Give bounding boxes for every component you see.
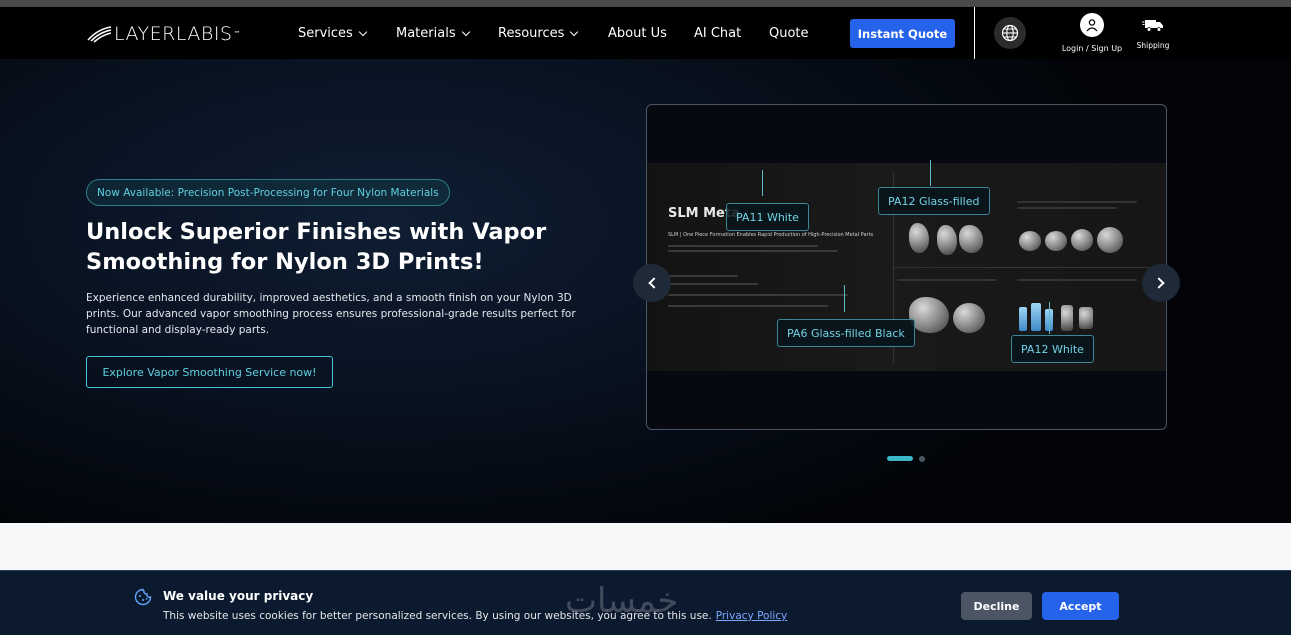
privacy-policy-link[interactable]: Privacy Policy (716, 610, 788, 622)
nav-resources[interactable]: Resources (498, 26, 579, 41)
nav-ai-chat[interactable]: AI Chat (694, 26, 741, 41)
cookie-text: This website uses cookies for better per… (163, 610, 787, 622)
carousel-prev-button[interactable] (633, 264, 671, 302)
nav-about-us[interactable]: About Us (608, 26, 667, 41)
top-navigation: LAYERLABIS ™ Services Materials Resources… (0, 7, 1291, 59)
user-icon (1080, 13, 1104, 37)
nav-quote[interactable]: Quote (769, 26, 809, 41)
nav-services-label: Services (298, 26, 353, 41)
nav-quote-label: Quote (769, 26, 809, 41)
slide-text-line (668, 245, 818, 247)
chevron-right-icon (1153, 277, 1165, 289)
nav-materials[interactable]: Materials (396, 26, 470, 41)
metal-part-image (1019, 231, 1041, 251)
nav-divider (974, 7, 975, 59)
metal-part-image (1071, 229, 1093, 251)
metal-part-image (1019, 307, 1027, 331)
carousel-dot[interactable] (919, 456, 925, 462)
callout-connector (930, 160, 931, 186)
metal-part-image (1045, 231, 1067, 251)
instant-quote-button[interactable]: Instant Quote (850, 19, 955, 48)
chevron-down-icon (570, 27, 579, 36)
slide-text-line (668, 305, 828, 307)
slide-text-line (1017, 201, 1137, 203)
nav-resources-label: Resources (498, 26, 565, 41)
cookie-icon (134, 588, 152, 606)
nav-about-us-label: About Us (608, 26, 667, 41)
slide-text-line (668, 250, 838, 252)
logo-swoosh-icon (87, 26, 112, 43)
callout-connector (762, 170, 763, 196)
callout-connector (1049, 302, 1050, 334)
metal-part-image (1079, 307, 1093, 329)
hero-title: Unlock Superior Finishes with Vapor Smoo… (86, 219, 547, 275)
metal-part-image (959, 225, 983, 253)
shipping-link[interactable]: Shipping (1134, 17, 1172, 50)
accept-button[interactable]: Accept (1042, 592, 1119, 620)
content-section (0, 523, 1291, 570)
carousel-next-button[interactable] (1142, 264, 1180, 302)
logo-trademark: ™ (233, 30, 241, 38)
browser-top-strip (0, 0, 1291, 7)
chevron-down-icon (358, 27, 368, 36)
nav-materials-label: Materials (396, 26, 456, 41)
chevron-down-icon (461, 27, 470, 36)
nav-services[interactable]: Services (298, 26, 368, 41)
carousel-dot-active[interactable] (887, 456, 913, 461)
announcement-badge: Now Available: Precision Post-Processing… (86, 179, 450, 206)
callout-pa12-glass-filled: PA12 Glass-filled (878, 187, 990, 215)
callout-pa11-white: PA11 White (726, 203, 809, 231)
explore-vapor-smoothing-button[interactable]: Explore Vapor Smoothing Service now! (86, 356, 333, 388)
shipping-label: Shipping (1136, 41, 1170, 50)
slide-subtitle: SLM | One Piece Formation Enables Rapid … (668, 232, 874, 238)
login-signup[interactable]: Login / Sign Up (1060, 13, 1124, 53)
callout-pa6-glass-filled-black: PA6 Glass-filled Black (777, 319, 915, 347)
chevron-left-icon (648, 277, 660, 289)
cookie-title: We value your privacy (163, 589, 314, 603)
metal-part-image (1097, 227, 1123, 253)
brand-logo[interactable]: LAYERLABIS ™ (86, 23, 240, 45)
slide-text-line (668, 283, 758, 285)
slide-text-line (1017, 207, 1117, 209)
truck-icon (1142, 20, 1163, 32)
slide-text-line (1017, 279, 1137, 281)
slide-divider (893, 267, 1166, 268)
image-carousel: SLM Meta SLM | One Piece Formation Enabl… (646, 104, 1167, 430)
watermark-logo: خمسات (565, 581, 679, 621)
metal-part-image (1031, 303, 1041, 331)
slide-text-line (897, 279, 997, 281)
slide-text-line (668, 275, 738, 277)
hero-description: Experience enhanced durability, improved… (86, 292, 576, 336)
metal-part-image (1061, 305, 1073, 331)
metal-part-image (953, 303, 985, 333)
language-selector[interactable] (994, 17, 1026, 49)
logo-text: LAYERLABIS (114, 23, 233, 45)
metal-part-image (937, 225, 957, 255)
metal-part-image (909, 297, 949, 333)
login-label: Login / Sign Up (1061, 44, 1123, 53)
callout-pa12-white: PA12 White (1011, 335, 1094, 363)
nav-ai-chat-label: AI Chat (694, 26, 742, 41)
metal-part-image (909, 223, 929, 253)
decline-button[interactable]: Decline (961, 592, 1032, 620)
cookie-consent-bar: We value your privacy This website uses … (0, 570, 1291, 635)
hero-section: Now Available: Precision Post-Processing… (0, 59, 1291, 523)
slide-text-line (668, 294, 848, 296)
globe-icon (1001, 24, 1019, 42)
callout-connector (844, 285, 845, 312)
